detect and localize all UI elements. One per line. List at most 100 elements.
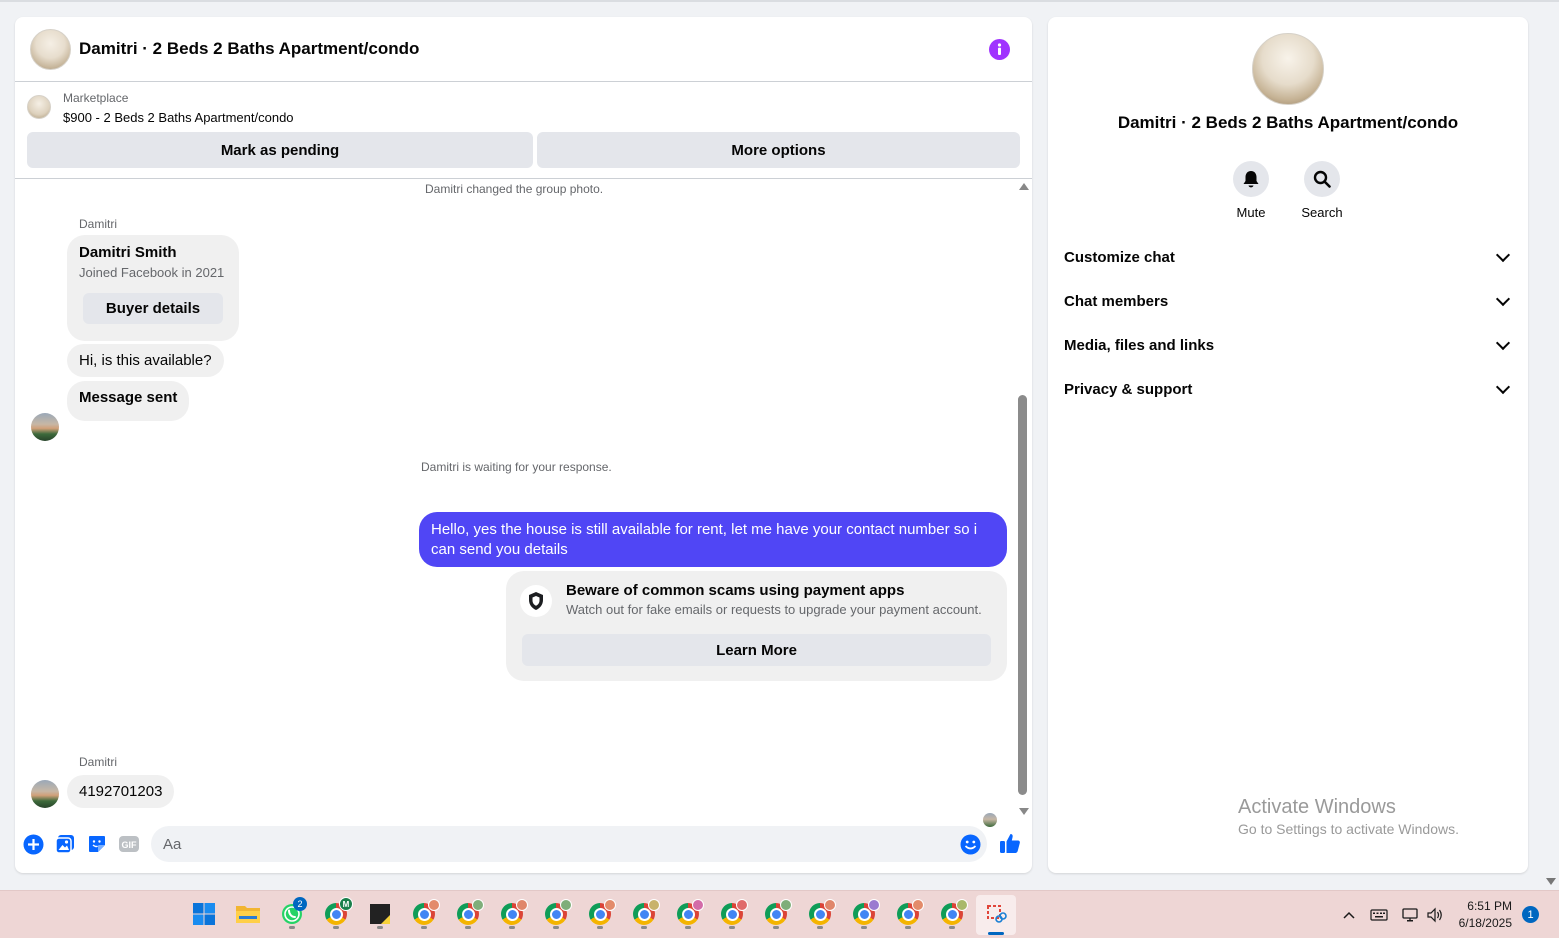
- chrome-icon[interactable]: [716, 898, 748, 930]
- whatsapp-badge: 2: [293, 897, 307, 911]
- info-icon[interactable]: [989, 39, 1010, 60]
- sender-name: Damitri: [79, 217, 117, 231]
- listing-thumbnail[interactable]: [27, 95, 51, 119]
- show-hidden-icons[interactable]: [1342, 891, 1356, 938]
- system-clock[interactable]: 6:51 PM 6/18/2025: [1452, 898, 1512, 932]
- snipping-tool-icon[interactable]: [980, 898, 1012, 930]
- running-indicator: [377, 926, 383, 929]
- gif-icon[interactable]: GIF: [118, 833, 140, 855]
- chevron-down-icon: [1495, 335, 1511, 351]
- message-composer: GIF: [15, 823, 1032, 867]
- profile-badge: [560, 899, 572, 911]
- chrome-icon[interactable]: [408, 898, 440, 930]
- search-button[interactable]: Search: [1287, 161, 1357, 220]
- outgoing-message[interactable]: Hello, yes the house is still available …: [419, 512, 1007, 567]
- scam-title: Beware of common scams using payment app…: [566, 582, 905, 599]
- profile-badge: [780, 899, 792, 911]
- listing-title[interactable]: $900 - 2 Beds 2 Baths Apartment/condo: [63, 110, 294, 125]
- plus-icon[interactable]: [22, 833, 44, 855]
- system-message: Damitri changed the group photo.: [425, 182, 604, 196]
- search-label: Search: [1301, 205, 1343, 220]
- search-icon[interactable]: [1304, 161, 1340, 197]
- buyer-joined: Joined Facebook in 2021: [79, 265, 225, 280]
- sender-avatar[interactable]: [31, 413, 59, 441]
- chrome-icon[interactable]: [452, 898, 484, 930]
- scroll-up-arrow[interactable]: [1019, 183, 1029, 190]
- scam-description: Watch out for fake emails or requests to…: [566, 602, 982, 617]
- learn-more-button[interactable]: Learn More: [522, 634, 991, 666]
- mute-button[interactable]: Mute: [1216, 161, 1286, 220]
- running-indicator: [421, 926, 427, 929]
- whatsapp-icon[interactable]: 2: [276, 897, 308, 930]
- message-scrollbar[interactable]: [1016, 179, 1030, 819]
- chrome-icon[interactable]: [892, 898, 924, 930]
- mute-label: Mute: [1236, 205, 1266, 220]
- chrome-icon[interactable]: [496, 898, 528, 930]
- watermark-subtitle: Go to Settings to activate Windows.: [1238, 821, 1459, 837]
- section-label: Customize chat: [1064, 248, 1175, 266]
- running-indicator: [333, 926, 339, 929]
- system-message: Damitri is waiting for your response.: [421, 460, 612, 474]
- chat-title[interactable]: Damitri · 2 Beds 2 Baths Apartment/condo: [79, 39, 419, 59]
- keyboard-icon[interactable]: [1370, 891, 1388, 938]
- chrome-icon[interactable]: [584, 898, 616, 930]
- buyer-details-button[interactable]: Buyer details: [83, 293, 223, 324]
- section-label: Privacy & support: [1064, 380, 1193, 398]
- group-photo[interactable]: [1252, 33, 1324, 105]
- sticky-notes-icon[interactable]: [364, 898, 396, 930]
- windows-start-icon[interactable]: [188, 898, 220, 930]
- profile-badge: [648, 899, 660, 911]
- section-chat-members[interactable]: Chat members: [1064, 281, 1514, 321]
- message-input[interactable]: [151, 826, 987, 862]
- section-label: Chat members: [1064, 292, 1169, 310]
- chrome-icon[interactable]: M: [320, 897, 353, 930]
- running-indicator: [729, 926, 735, 929]
- bell-icon[interactable]: [1233, 161, 1269, 197]
- group-avatar[interactable]: [30, 29, 71, 70]
- running-indicator: [905, 926, 911, 929]
- network-icon[interactable]: [1401, 891, 1419, 938]
- chrome-icon[interactable]: [936, 898, 968, 930]
- running-indicator: [817, 926, 823, 929]
- chrome-icon[interactable]: [628, 898, 660, 930]
- shield-icon: [520, 585, 552, 617]
- section-media-files-links[interactable]: Media, files and links: [1064, 325, 1514, 365]
- chrome-icon[interactable]: [672, 898, 704, 930]
- profile-badge: [516, 899, 528, 911]
- section-customize-chat[interactable]: Customize chat: [1064, 237, 1514, 277]
- scroll-thumb[interactable]: [1018, 395, 1027, 795]
- chat-panel: Damitri · 2 Beds 2 Baths Apartment/condo…: [15, 17, 1032, 873]
- mark-as-pending-button[interactable]: Mark as pending: [27, 132, 533, 168]
- chrome-icon[interactable]: [540, 898, 572, 930]
- profile-badge: [824, 899, 836, 911]
- notification-badge[interactable]: 1: [1522, 906, 1539, 923]
- sender-avatar[interactable]: [31, 780, 59, 808]
- activate-windows-watermark: Activate Windows Go to Settings to activ…: [1238, 796, 1459, 837]
- photo-icon[interactable]: [54, 833, 76, 855]
- scroll-down-arrow[interactable]: [1019, 808, 1029, 815]
- profile-badge: [472, 899, 484, 911]
- message-list[interactable]: Damitri changed the group photo. Damitri…: [15, 179, 1015, 827]
- more-options-button[interactable]: More options: [537, 132, 1020, 168]
- profile-badge: [692, 899, 704, 911]
- emoji-icon[interactable]: [959, 833, 981, 855]
- chrome-icon[interactable]: [804, 898, 836, 930]
- window-top-border: [0, 0, 1559, 2]
- sticker-icon[interactable]: [86, 833, 108, 855]
- incoming-message[interactable]: 4192701203: [67, 775, 175, 808]
- file-explorer-icon[interactable]: [232, 898, 264, 930]
- chrome-icon[interactable]: [848, 898, 880, 930]
- volume-icon[interactable]: [1426, 891, 1444, 938]
- section-label: Media, files and links: [1064, 336, 1215, 354]
- incoming-message[interactable]: Hi, is this available?: [67, 344, 224, 377]
- thumbs-up-icon[interactable]: [998, 831, 1022, 855]
- clock-time: 6:51 PM: [1467, 899, 1512, 913]
- watermark-title: Activate Windows: [1238, 796, 1396, 818]
- chrome-icon[interactable]: [760, 898, 792, 930]
- active-indicator: [988, 932, 1004, 935]
- sender-name: Damitri: [79, 755, 117, 769]
- page-scroll-down-arrow[interactable]: [1546, 878, 1556, 885]
- incoming-message[interactable]: Message sent: [67, 381, 190, 421]
- running-indicator: [597, 926, 603, 929]
- section-privacy-support[interactable]: Privacy & support: [1064, 369, 1514, 409]
